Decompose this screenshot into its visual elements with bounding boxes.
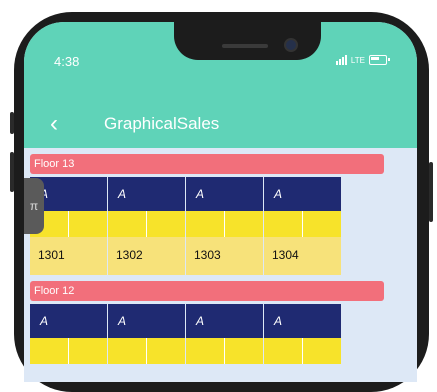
unit-status-bar: [30, 338, 108, 364]
unit-type: A: [264, 304, 342, 338]
signal-icon: [335, 55, 347, 65]
status-indicators: LTE: [335, 55, 390, 65]
unit-card[interactable]: A: [264, 304, 342, 364]
phone-screen: 4:38 LTE ‹ GraphicalSales Floor 13 A 130…: [24, 22, 417, 382]
unit-status-bar: [186, 211, 264, 237]
unit-card[interactable]: A 1304: [264, 177, 342, 275]
unit-number: 1303: [186, 237, 264, 275]
units-row-floor-12: A A A A: [30, 304, 342, 364]
side-drawer-tab[interactable]: π: [24, 178, 44, 234]
phone-notch: [174, 22, 321, 60]
units-row-floor-13: A 1301 A 1302 A 1303 A 1304: [30, 177, 342, 275]
battery-icon: [369, 55, 390, 65]
unit-number: 1304: [264, 237, 342, 275]
unit-card[interactable]: A: [186, 304, 264, 364]
unit-status-bar: [264, 338, 342, 364]
unit-card[interactable]: A 1303: [186, 177, 264, 275]
unit-type: A: [108, 177, 186, 211]
unit-type: A: [30, 304, 108, 338]
app-bar: ‹ GraphicalSales: [24, 100, 417, 148]
unit-status-bar: [108, 211, 186, 237]
network-label: LTE: [350, 55, 365, 65]
unit-type: A: [186, 177, 264, 211]
chevron-left-icon[interactable]: ‹: [50, 112, 58, 136]
unit-type: A: [108, 304, 186, 338]
floor-plan-content: Floor 13 A 1301 A 1302 A 1303 A 1304 Flo…: [24, 148, 417, 382]
unit-status-bar: [186, 338, 264, 364]
unit-type: A: [186, 304, 264, 338]
floor-header: Floor 13: [30, 154, 384, 174]
floor-header: Floor 12: [30, 281, 384, 301]
speaker-grille: [222, 44, 268, 48]
page-title: GraphicalSales: [104, 114, 220, 133]
unit-status-bar: [264, 211, 342, 237]
phone-side-button: [10, 112, 14, 134]
unit-card[interactable]: A 1302: [108, 177, 186, 275]
status-time: 4:38: [54, 54, 80, 69]
phone-volume-button: [10, 152, 14, 192]
unit-type: A: [264, 177, 342, 211]
unit-status-bar: [108, 338, 186, 364]
unit-number: 1301: [30, 237, 108, 275]
front-camera: [284, 38, 298, 52]
phone-power-button: [429, 162, 433, 222]
unit-card[interactable]: A: [108, 304, 186, 364]
unit-number: 1302: [108, 237, 186, 275]
unit-card[interactable]: A: [30, 304, 108, 364]
